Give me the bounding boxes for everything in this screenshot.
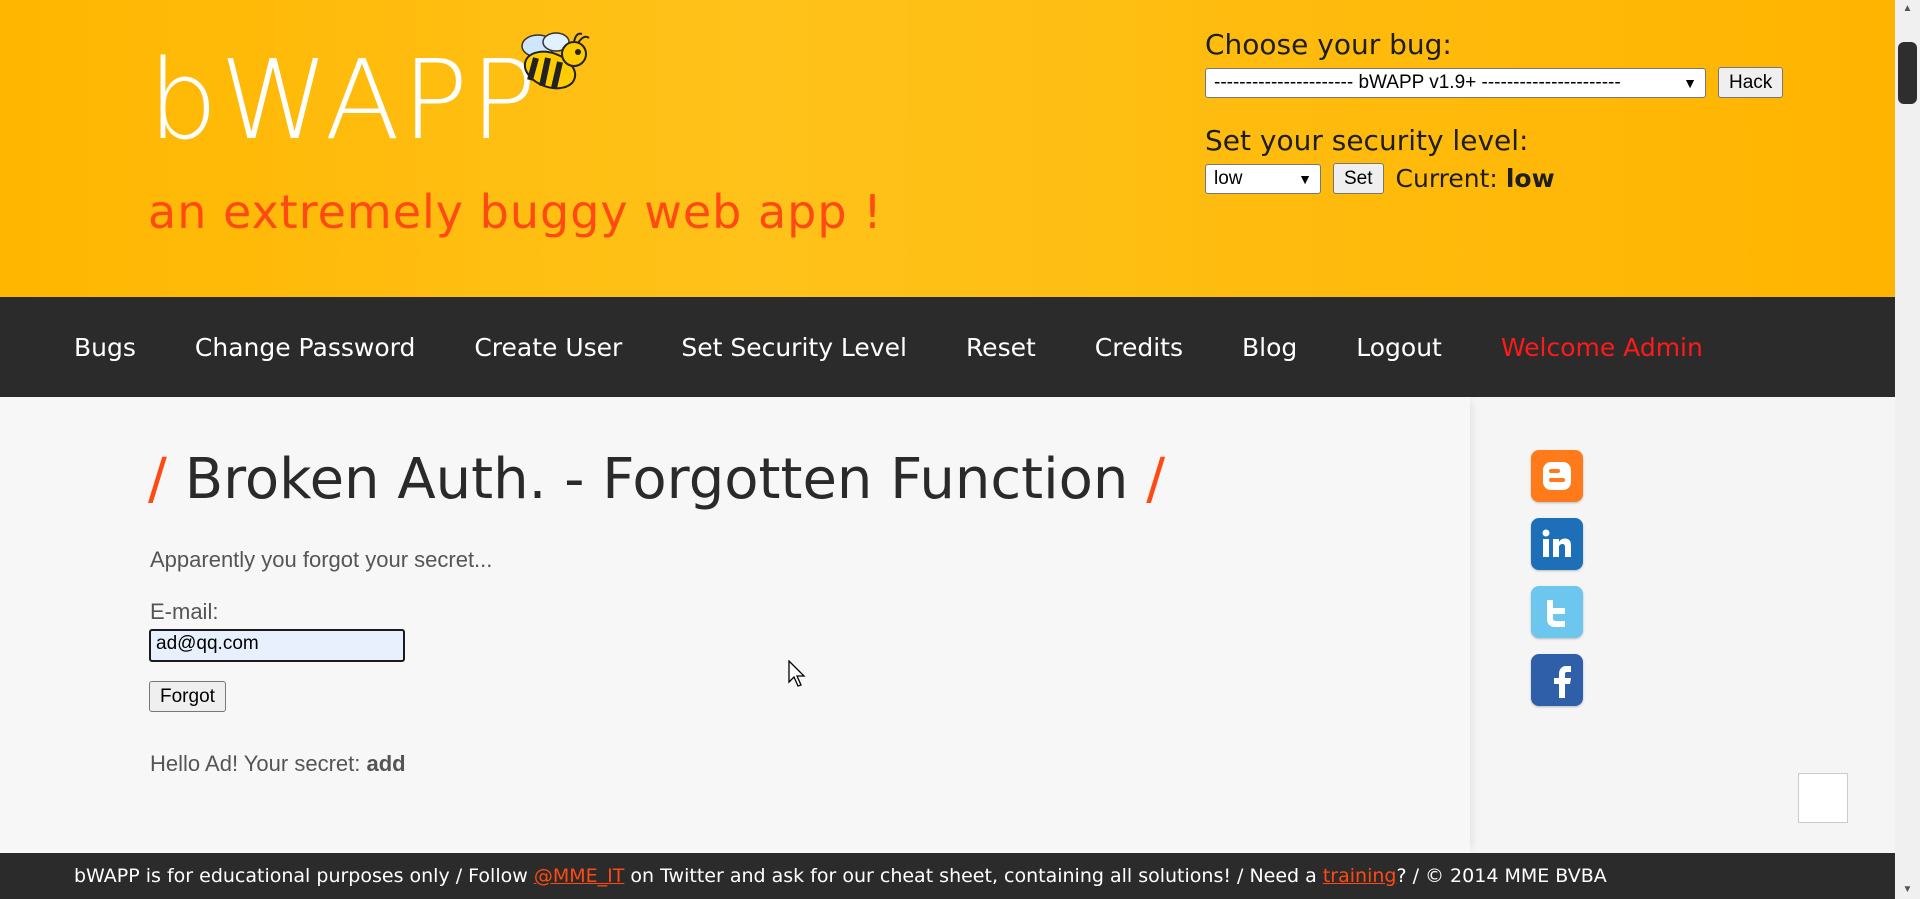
- nav-set-security-level[interactable]: Set Security Level: [681, 333, 907, 362]
- current-level: Current: low: [1396, 164, 1555, 193]
- bug-panel: Choose your bug: ---------------------- …: [1205, 28, 1805, 194]
- current-label: Current:: [1395, 164, 1498, 193]
- broken-image: [1798, 773, 1848, 823]
- main-content: / Broken Auth. - Forgotten Function / Ap…: [0, 397, 1470, 853]
- footer-text: bWAPP is for educational purposes only /…: [74, 865, 1607, 887]
- twitter-link[interactable]: @MME_IT: [534, 865, 625, 887]
- result-secret: add: [366, 751, 406, 776]
- linkedin-icon[interactable]: [1531, 518, 1583, 570]
- logo[interactable]: bWAPP: [148, 45, 539, 155]
- email-input[interactable]: ad@qq.com: [149, 629, 405, 662]
- email-label: E-mail:: [150, 599, 219, 624]
- footer-text-2: on Twitter and ask for our cheat sheet, …: [630, 865, 1317, 887]
- nav-change-password[interactable]: Change Password: [195, 333, 415, 362]
- bug-row: ---------------------- bWAPP v1.9+ -----…: [1205, 67, 1805, 98]
- security-level-select[interactable]: low ▼: [1205, 163, 1321, 194]
- nav-bugs[interactable]: Bugs: [74, 333, 136, 362]
- scroll-up-icon[interactable]: ▲: [1895, 0, 1920, 18]
- training-link[interactable]: training: [1323, 865, 1397, 887]
- blogger-icon[interactable]: [1531, 450, 1583, 502]
- footer-text-1: bWAPP is for educational purposes only /…: [74, 865, 528, 887]
- security-select-value: low: [1214, 167, 1243, 189]
- forgot-button[interactable]: Forgot: [149, 681, 226, 712]
- twitter-icon[interactable]: [1531, 586, 1583, 638]
- choose-bug-label: Choose your bug:: [1205, 28, 1452, 61]
- set-button[interactable]: Set: [1333, 163, 1384, 194]
- scroll-thumb[interactable]: [1898, 42, 1917, 104]
- bug-select-value: ---------------------- bWAPP v1.9+ -----…: [1214, 71, 1621, 93]
- current-value: low: [1505, 164, 1555, 193]
- result-message: Hello Ad! Your secret: add: [150, 751, 406, 777]
- facebook-icon[interactable]: [1531, 654, 1583, 706]
- title-slash-right: /: [1146, 447, 1166, 512]
- chevron-down-icon: ▼: [1298, 170, 1312, 187]
- hack-button[interactable]: Hack: [1718, 67, 1784, 98]
- title-slash-left: /: [148, 447, 167, 512]
- nav-logout[interactable]: Logout: [1356, 333, 1442, 362]
- footer-text-3: ? / © 2014 MME BVBA: [1396, 865, 1607, 887]
- result-prefix: Hello Ad! Your secret:: [150, 751, 361, 776]
- nav-reset[interactable]: Reset: [966, 333, 1036, 362]
- security-level-label: Set your security level:: [1205, 124, 1529, 157]
- header: bWAPP an extremely buggy web app ! Choos…: [0, 0, 1895, 297]
- page: bWAPP an extremely buggy web app ! Choos…: [0, 0, 1895, 899]
- social-links: [1531, 450, 1583, 722]
- tagline: an extremely buggy web app !: [148, 185, 883, 239]
- title-text: Broken Auth. - Forgotten Function: [184, 447, 1129, 512]
- mouse-cursor-icon: [788, 660, 806, 687]
- footer: bWAPP is for educational purposes only /…: [0, 853, 1895, 899]
- page-title: / Broken Auth. - Forgotten Function /: [148, 447, 1165, 512]
- nav-create-user[interactable]: Create User: [474, 333, 622, 362]
- bee-icon: [521, 32, 590, 90]
- intro-text: Apparently you forgot your secret...: [150, 547, 493, 572]
- scroll-down-icon[interactable]: ▼: [1895, 881, 1920, 899]
- security-row: low ▼ Set Current: low: [1205, 163, 1805, 194]
- bug-select[interactable]: ---------------------- bWAPP v1.9+ -----…: [1205, 67, 1706, 98]
- chevron-down-icon: ▼: [1683, 74, 1697, 91]
- scrollbar[interactable]: [1895, 0, 1920, 899]
- nav-credits[interactable]: Credits: [1095, 333, 1183, 362]
- nav-blog[interactable]: Blog: [1242, 333, 1297, 362]
- main-nav: Bugs Change Password Create User Set Sec…: [0, 297, 1895, 397]
- nav-welcome[interactable]: Welcome Admin: [1501, 333, 1703, 362]
